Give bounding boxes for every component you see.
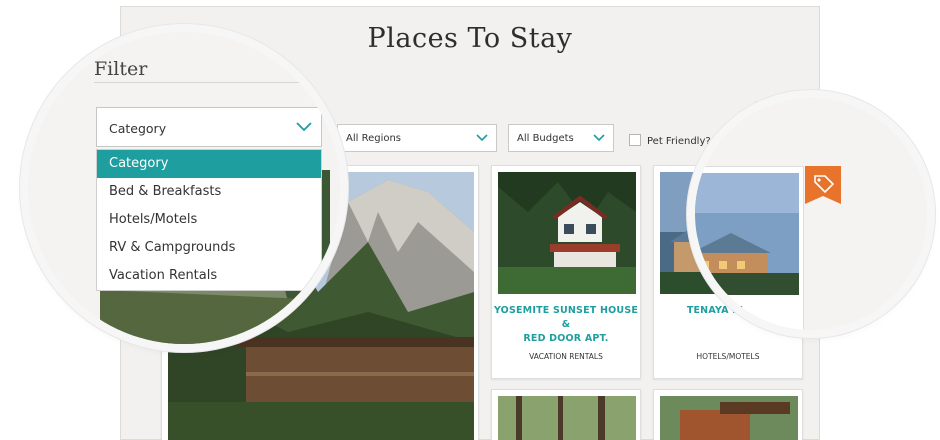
- chevron-down-icon: [476, 134, 488, 142]
- screenshot-stage: Places To Stay All Regions All Budgets P…: [0, 0, 940, 440]
- listing-name-line: RED DOOR APT.: [523, 333, 609, 344]
- listing-photo: [498, 172, 636, 294]
- category-select[interactable]: Category: [96, 107, 322, 147]
- category-option[interactable]: Bed & Breakfasts: [97, 178, 321, 206]
- listing-category: HOTELS/MOTELS: [696, 352, 760, 361]
- budget-select-value: All Budgets: [517, 133, 574, 144]
- checkbox-box[interactable]: [629, 134, 641, 146]
- budget-select[interactable]: All Budgets: [508, 124, 614, 152]
- listing-name-zoomed: TENAYA LODGE: [695, 305, 743, 316]
- chevron-down-icon: [593, 134, 605, 142]
- region-select-value: All Regions: [346, 133, 402, 144]
- magnifier-lens-right: TENAYA LODGE HOTELS/MOTELS: [695, 98, 927, 330]
- listing-card[interactable]: [491, 389, 641, 440]
- category-dropdown-menu: Category Bed & Breakfasts Hotels/Motels …: [96, 149, 322, 291]
- region-select[interactable]: All Regions: [337, 124, 497, 152]
- divider: [94, 82, 340, 83]
- tag-icon: [805, 166, 841, 204]
- listing-name[interactable]: YOSEMITE SUNSET HOUSE & RED DOOR APT.: [492, 304, 640, 346]
- category-option[interactable]: Vacation Rentals: [97, 262, 321, 290]
- category-select-value: Category: [109, 121, 167, 136]
- listing-photo: [660, 396, 798, 440]
- category-option[interactable]: RV & Campgrounds: [97, 234, 321, 262]
- category-option[interactable]: Hotels/Motels: [97, 206, 321, 234]
- listing-photo: [498, 396, 636, 440]
- listing-photo: [695, 173, 799, 295]
- listing-category: VACATION RENTALS: [529, 352, 603, 361]
- filter-heading: Filter: [94, 58, 148, 80]
- magnifier-lens-left: Filter Category Category Bed & Breakfast…: [28, 32, 340, 344]
- listing-card-zoomed[interactable]: TENAYA LODGE HOTELS/MOTELS: [695, 166, 804, 330]
- listing-card[interactable]: YOSEMITE SUNSET HOUSE & RED DOOR APT. VA…: [491, 165, 641, 379]
- category-option[interactable]: Category: [97, 150, 321, 178]
- chevron-down-icon: [296, 122, 312, 132]
- listing-card[interactable]: [653, 389, 803, 440]
- listing-name-line: YOSEMITE SUNSET HOUSE &: [493, 305, 639, 330]
